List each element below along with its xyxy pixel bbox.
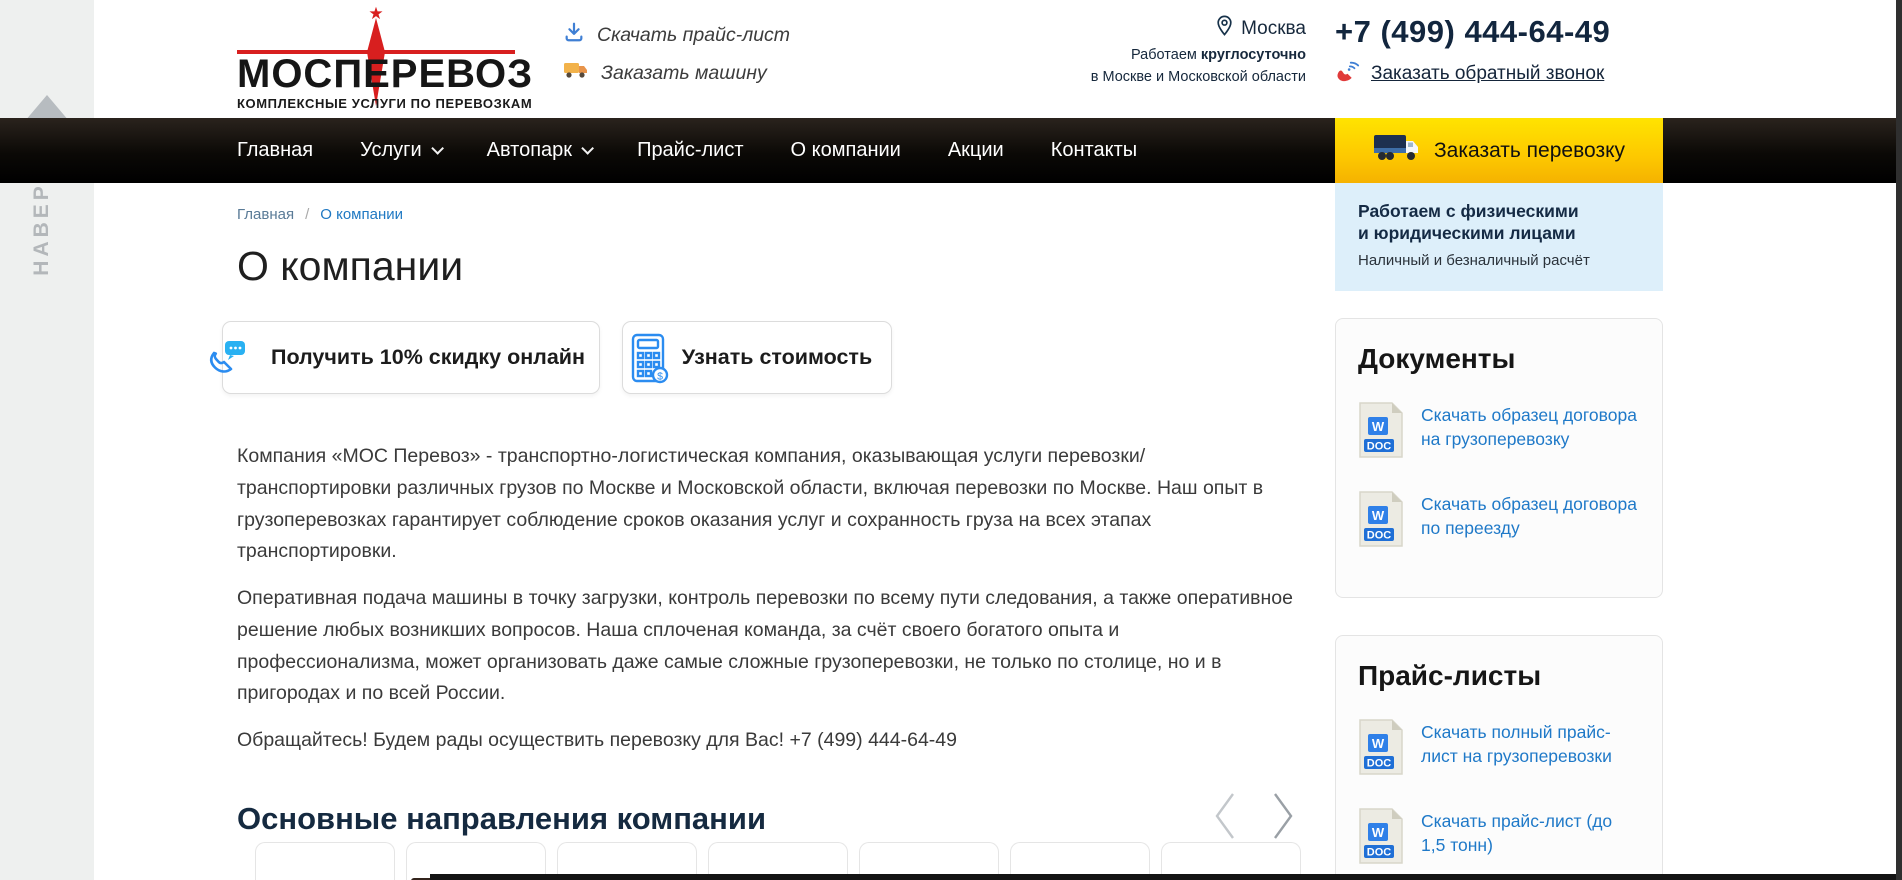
svg-text:DOC: DOC bbox=[1367, 758, 1392, 770]
logo-text-mos: МОС bbox=[237, 52, 333, 96]
pricelist-link-label: Скачать полный прайс-лист на грузоперево… bbox=[1421, 718, 1640, 768]
download-icon bbox=[563, 21, 585, 49]
nav-item-home[interactable]: Главная bbox=[237, 139, 313, 162]
cost-button[interactable]: $ Узнать стоимость bbox=[622, 321, 892, 394]
city-selector[interactable]: Москва bbox=[1216, 15, 1306, 42]
scrollbar-edge[interactable] bbox=[1896, 0, 1902, 880]
doc-file-icon: W DOC bbox=[1358, 401, 1404, 464]
about-text: Компания «МОС Перевоз» - транспортно-лог… bbox=[237, 441, 1299, 772]
logo[interactable]: ★ МОС ПЕРЕВОЗ КОМПЛЕКСНЫЕ УСЛУГИ ПО ПЕРЕ… bbox=[237, 6, 515, 112]
logo-subtitle: КОМПЛЕКСНЫЕ УСЛУГИ ПО ПЕРЕВОЗКАМ bbox=[237, 96, 515, 111]
svg-text:$: $ bbox=[657, 371, 663, 383]
paragraph-2: Оперативная подача машины в точку загруз… bbox=[237, 583, 1299, 710]
breadcrumb-home[interactable]: Главная bbox=[237, 206, 294, 223]
doc-link-contract-moving[interactable]: W DOC Скачать образец договора по переез… bbox=[1358, 490, 1640, 553]
documents-title: Документы bbox=[1358, 343, 1640, 375]
worktime-line1: Работаем круглосуточно bbox=[1058, 46, 1306, 64]
callback-label: Заказать обратный звонок bbox=[1371, 63, 1604, 85]
download-pricelist-label: Скачать прайс-лист bbox=[597, 24, 790, 47]
nav-item-pricelist[interactable]: Прайс-лист bbox=[637, 139, 743, 162]
pricelist-link-light[interactable]: W DOC Скачать прайс-лист (до 1,5 тонн) bbox=[1358, 807, 1640, 870]
breadcrumb-separator: / bbox=[305, 206, 309, 223]
svg-text:DOC: DOC bbox=[1367, 530, 1392, 542]
svg-text:W: W bbox=[1372, 736, 1385, 751]
discount-button-label: Получить 10% скидку онлайн bbox=[271, 345, 585, 370]
documents-panel: Документы W DOC Скачать образец договора… bbox=[1335, 318, 1663, 598]
logo-text-perevoz: ПЕРЕВОЗ bbox=[333, 52, 533, 96]
pricelist-link-label: Скачать прайс-лист (до 1,5 тонн) bbox=[1421, 807, 1640, 857]
page: НАВЕРХ ★ МОС ПЕРЕВОЗ КОМПЛЕКСНЫЕ УСЛУГИ … bbox=[0, 0, 1902, 880]
pricelists-panel: Прайс-листы W DOC Скачать полный прайс-л… bbox=[1335, 635, 1663, 880]
svg-text:W: W bbox=[1372, 508, 1385, 523]
nav-item-promos[interactable]: Акции bbox=[948, 139, 1004, 162]
order-transport-label: Заказать перевозку bbox=[1434, 139, 1625, 163]
svg-text:W: W bbox=[1372, 419, 1385, 434]
doc-file-icon: W DOC bbox=[1358, 718, 1404, 781]
order-transport-button[interactable]: Заказать перевозку bbox=[1335, 118, 1663, 183]
phone-number[interactable]: +7 (499) 444-64-49 bbox=[1335, 14, 1675, 50]
city-label: Москва bbox=[1241, 18, 1306, 40]
breadcrumb-current[interactable]: О компании bbox=[320, 206, 403, 223]
info-line2: и юридическими лицами bbox=[1358, 222, 1663, 244]
info-line1: Работаем с физическими bbox=[1358, 200, 1663, 222]
carousel-next-icon[interactable] bbox=[1271, 790, 1297, 847]
section-title: Основные направления компании bbox=[237, 801, 766, 837]
doc-link-label: Скачать образец договора на грузоперевоз… bbox=[1421, 401, 1640, 451]
doc-link-label: Скачать образец договора по переезду bbox=[1421, 490, 1640, 540]
carousel-prev-icon[interactable] bbox=[1211, 790, 1237, 847]
cost-button-label: Узнать стоимость bbox=[682, 345, 872, 370]
doc-file-icon: W DOC bbox=[1358, 807, 1404, 870]
nav-item-services[interactable]: Услуги bbox=[360, 139, 440, 162]
nav-item-contacts[interactable]: Контакты bbox=[1051, 139, 1137, 162]
info-line3: Наличный и безналичный расчёт bbox=[1358, 252, 1663, 269]
breadcrumb: Главная / О компании bbox=[237, 206, 403, 223]
paragraph-1: Компания «МОС Перевоз» - транспортно-лог… bbox=[237, 441, 1299, 568]
calculator-icon: $ bbox=[629, 331, 671, 392]
nav-item-about[interactable]: О компании bbox=[791, 139, 901, 162]
paragraph-3: Обращайтесь! Будем рады осуществить пере… bbox=[237, 725, 1299, 757]
order-truck-link[interactable]: Заказать машину bbox=[563, 60, 790, 86]
clients-info-box: Работаем с физическими и юридическими ли… bbox=[1335, 183, 1663, 291]
order-truck-label: Заказать машину bbox=[601, 62, 767, 85]
discount-button[interactable]: Получить 10% скидку онлайн bbox=[222, 321, 600, 394]
chevron-down-icon bbox=[431, 142, 444, 155]
truck-icon bbox=[563, 60, 589, 86]
svg-text:DOC: DOC bbox=[1367, 441, 1392, 453]
location-pin-icon bbox=[1216, 15, 1233, 42]
svg-text:W: W bbox=[1372, 825, 1385, 840]
chevron-down-icon bbox=[581, 142, 594, 155]
download-pricelist-link[interactable]: Скачать прайс-лист bbox=[563, 21, 790, 49]
page-title: О компании bbox=[237, 243, 463, 290]
main-nav: Главная Услуги Автопарк Прайс-лист О ком… bbox=[0, 118, 1902, 183]
doc-file-icon: W DOC bbox=[1358, 490, 1404, 553]
callback-link[interactable]: Заказать обратный звонок bbox=[1335, 59, 1675, 89]
phone-chat-icon bbox=[201, 333, 253, 390]
callback-phone-icon bbox=[1335, 59, 1361, 89]
truck-cta-icon bbox=[1373, 133, 1419, 169]
bottom-edge-strip bbox=[430, 874, 1902, 880]
svg-text:DOC: DOC bbox=[1367, 847, 1392, 859]
doc-link-contract-cargo[interactable]: W DOC Скачать образец договора на грузоп… bbox=[1358, 401, 1640, 464]
worktime-line2: в Москве и Московской области bbox=[1058, 68, 1306, 86]
carousel-card-pallet-cargo[interactable] bbox=[255, 842, 395, 880]
nav-item-fleet[interactable]: Автопарк bbox=[487, 139, 590, 162]
pricelists-title: Прайс-листы bbox=[1358, 660, 1640, 692]
pricelist-link-full[interactable]: W DOC Скачать полный прайс-лист на грузо… bbox=[1358, 718, 1640, 781]
